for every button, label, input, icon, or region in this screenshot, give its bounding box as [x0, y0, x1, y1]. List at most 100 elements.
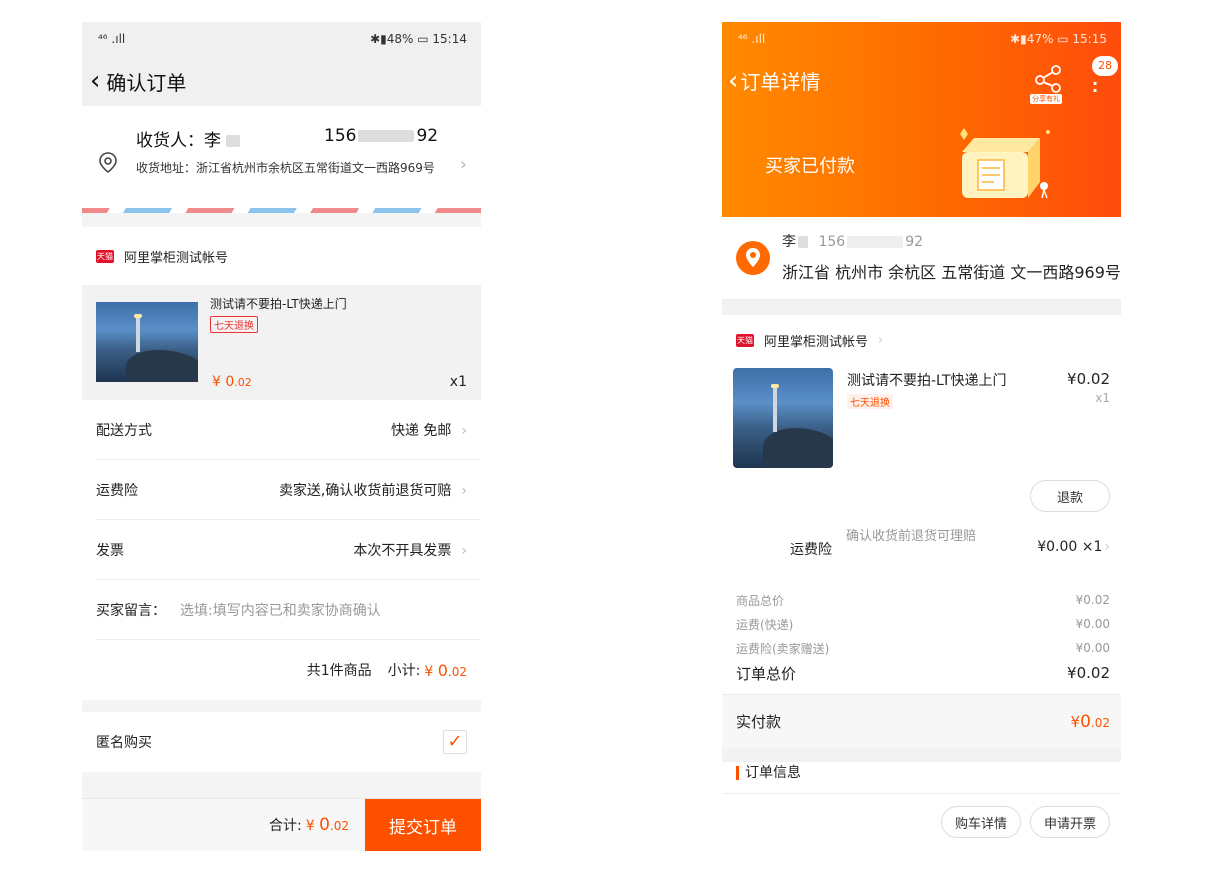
tmall-icon: 天猫 — [96, 249, 114, 263]
page-title: 确认订单 — [106, 70, 187, 95]
address-card[interactable]: 收货人：李 156 92 收货地址：浙江省杭州市余杭区五常街道文一西路969号 › — [82, 106, 481, 208]
row-value: 卖家送,确认收货前退货可赔 — [278, 482, 452, 499]
order-status: 买家已付款 — [765, 156, 855, 177]
row-label: 配送方式 — [96, 422, 152, 439]
share-icon — [1035, 65, 1061, 93]
battery-time: ✱▮47% ▭ 15:15 — [1010, 32, 1107, 46]
product-image — [96, 302, 198, 382]
chevron-right-icon: › — [461, 422, 467, 439]
address-text: 收货地址：浙江省杭州市余杭区五常街道文一西路969号 — [136, 161, 435, 175]
notification-badge: 28 — [1092, 56, 1118, 76]
fee-row: 运费(快递) ¥0.00 — [736, 617, 1110, 632]
subtotal-price: ¥ 0.02 — [424, 660, 467, 680]
anonymous-label: 匿名购买 — [96, 735, 152, 751]
row-label: 发票 — [96, 542, 124, 559]
order-header: ⁴⁶ .ıll ✱▮47% ▭ 15:15 ‹ 订单详情 分享有礼 28 · · … — [722, 22, 1121, 217]
airmail-divider — [82, 208, 481, 213]
product-title: 测试请不要拍-LT快递上门 — [847, 373, 1007, 389]
refund-row: 退款 — [722, 475, 1121, 515]
recipient-name: 收货人：李 — [136, 126, 324, 151]
order-info-title: 订单信息 — [745, 765, 801, 781]
paid-amount-row: 实付款 ¥0.02 — [722, 694, 1121, 748]
recipient-name: 李 — [782, 234, 796, 250]
cart-detail-button[interactable]: 购车详情 — [941, 806, 1021, 838]
shop-header: 天猫 阿里掌柜测试帐号 — [82, 227, 481, 285]
order-options: 配送方式 快递 免邮 › 运费险 卖家送,确认收货前退货可赔 › 发票 本次不开具发… — [82, 400, 481, 700]
bottom-actions: 购车详情 申请开票 — [722, 793, 1121, 851]
back-icon[interactable]: ‹ — [728, 68, 738, 94]
signal-indicator: ⁴⁶ .ıll — [738, 32, 766, 46]
status-bar: ⁴⁶ .ıll ✱▮48% ▭ 15:14 — [82, 22, 481, 56]
shop-name: 阿里掌柜测试帐号 — [124, 250, 229, 266]
recipient-phone: 156 92 — [324, 126, 439, 146]
order-item[interactable]: 测试请不要拍-LT快递上门 七天退换 ¥ 0.02 x1 — [82, 285, 481, 400]
recipient-phone: 156 92 — [818, 234, 924, 250]
bottom-bar: 合计: ¥ 0.02 提交订单 — [82, 798, 481, 851]
insurance-value: ¥0.00 ×1 › — [1037, 539, 1110, 555]
anonymous-purchase: 匿名购买 ✓ — [82, 712, 481, 772]
chevron-right-icon: › — [461, 542, 467, 559]
price-breakdown: 商品总价 ¥0.02 运费(快递) ¥0.00 运费险(卖家赠送) ¥0.00 订单总… — [722, 580, 1121, 686]
signal-indicator: ⁴⁶ .ıll — [98, 32, 126, 46]
product-title: 测试请不要拍-LT快递上门 — [210, 297, 347, 311]
location-pin-icon — [99, 152, 117, 174]
message-input[interactable]: 选填:填写内容已和卖家协商确认 — [180, 600, 467, 620]
product-price: ¥0.02 — [1067, 370, 1110, 388]
package-illustration — [960, 128, 1050, 199]
row-label: 运费险 — [96, 482, 138, 499]
chevron-right-icon: › — [461, 482, 467, 499]
recipient-line: 李 156 92 — [782, 231, 1121, 251]
item-count: 共1件商品 — [306, 663, 372, 679]
fee-row: 商品总价 ¥0.02 — [736, 593, 1110, 608]
product-image — [733, 368, 833, 468]
fee-row: 运费险(卖家赠送) ¥0.00 — [736, 641, 1110, 656]
order-detail-screen: ⁴⁶ .ıll ✱▮47% ▭ 15:15 ‹ 订单详情 分享有礼 28 · · … — [722, 22, 1121, 851]
submit-order-button[interactable]: 提交订单 — [365, 798, 481, 851]
share-button[interactable]: 分享有礼 — [1028, 64, 1068, 104]
tmall-icon: 天猫 — [736, 333, 754, 347]
order-info-header: 订单信息 — [722, 762, 1121, 784]
paid-label: 实付款 — [736, 713, 782, 731]
subtotal: 共1件商品 小计: ¥ 0.02 — [96, 640, 481, 700]
address-text: 浙江省 杭州市 余杭区 五常街道 文一西路969号 — [782, 263, 1121, 282]
shipping-insurance-row[interactable]: 运费险 确认收货前退货可理赔 ¥0.00 ×1 › — [722, 515, 1121, 580]
share-label: 分享有礼 — [1030, 94, 1062, 104]
paid-amount: ¥0.02 — [1070, 711, 1110, 732]
apply-invoice-button[interactable]: 申请开票 — [1030, 806, 1110, 838]
return-tag: 七天退换 — [210, 316, 258, 333]
shop-header[interactable]: 天猫 阿里掌柜测试帐号 › — [722, 315, 1121, 365]
order-total-row: 订单总价 ¥0.02 — [736, 664, 1110, 683]
row-value: 快递 免邮 — [390, 422, 452, 439]
chevron-right-icon: › — [459, 154, 467, 175]
more-icon[interactable]: · · — [1092, 76, 1098, 99]
product-qty: x1 — [1095, 391, 1110, 405]
order-item[interactable]: 测试请不要拍-LT快递上门 七天退换 ¥0.02 x1 — [722, 365, 1121, 475]
row-delivery[interactable]: 配送方式 快递 免邮 › — [96, 400, 481, 460]
address-card[interactable]: 李 156 92 浙江省 杭州市 余杭区 五常街道 文一西路969号 — [722, 217, 1121, 300]
nav-bar: ‹ 确认订单 — [82, 56, 481, 106]
confirm-order-screen: ⁴⁶ .ıll ✱▮48% ▭ 15:14 ‹ 确认订单 收货人：李 156 92… — [82, 22, 481, 851]
row-shipping-insurance[interactable]: 运费险 卖家送,确认收货前退货可赔 › — [96, 460, 481, 520]
chevron-right-icon: › — [878, 332, 884, 348]
row-invoice[interactable]: 发票 本次不开具发票 › — [96, 520, 481, 580]
nav-bar: ‹ 订单详情 — [728, 66, 820, 95]
product-qty: x1 — [449, 374, 467, 390]
chevron-right-icon: › — [1104, 539, 1110, 555]
message-label: 买家留言： — [96, 602, 166, 619]
order-total: 合计: ¥ 0.02 — [268, 815, 349, 835]
product-price: ¥ 0.02 — [212, 374, 252, 390]
back-icon[interactable]: ‹ — [90, 68, 100, 94]
return-tag: 七天退换 — [847, 394, 893, 409]
battery-time: ✱▮48% ▭ 15:14 — [370, 32, 467, 46]
row-value: 本次不开具发票 — [353, 542, 452, 559]
status-bar: ⁴⁶ .ıll ✱▮47% ▭ 15:15 — [722, 22, 1121, 56]
page-title: 订单详情 — [740, 70, 821, 94]
anonymous-checkbox[interactable]: ✓ — [443, 730, 467, 754]
shop-name: 阿里掌柜测试帐号 — [764, 334, 869, 350]
subtotal-label: 小计: — [387, 663, 421, 679]
insurance-label: 运费险 — [790, 542, 832, 558]
row-buyer-message: 买家留言： 选填:填写内容已和卖家协商确认 — [96, 580, 481, 640]
location-pin-icon — [736, 241, 770, 275]
refund-button[interactable]: 退款 — [1030, 480, 1110, 512]
insurance-desc: 确认收货前退货可理赔 — [846, 529, 977, 544]
